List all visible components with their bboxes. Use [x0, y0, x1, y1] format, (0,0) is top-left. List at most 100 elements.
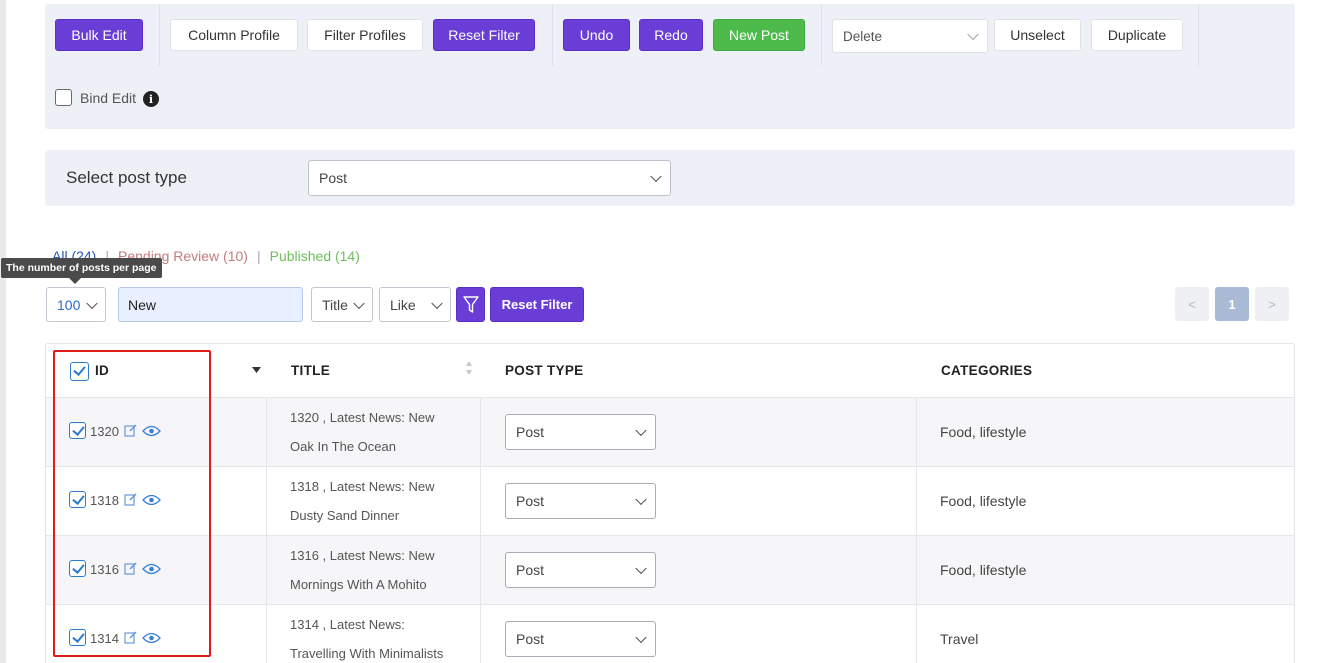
post-type-value: Post [319, 170, 348, 186]
cell-divider [916, 467, 917, 535]
row-title-line: 1320 , Latest News: New [290, 410, 435, 425]
row-post-type-value: Post [516, 424, 545, 440]
row-post-type-select[interactable]: Post [505, 414, 656, 450]
toolbar-divider [552, 4, 553, 66]
cell-divider [916, 398, 917, 466]
column-header-title[interactable]: TITLE [291, 344, 330, 397]
row-post-type-select[interactable]: Post [505, 621, 656, 657]
cell-divider [480, 467, 481, 535]
row-title-line: Travelling With Minimalists [290, 646, 444, 661]
per-page-tooltip: The number of posts per page [1, 258, 162, 284]
edit-icon[interactable] [124, 493, 137, 506]
cell-divider [266, 398, 267, 466]
row-id: 1318 [90, 493, 119, 508]
pagination-prev[interactable]: < [1175, 287, 1209, 321]
edit-icon[interactable] [124, 424, 137, 437]
filter-funnel-icon [462, 295, 479, 313]
status-separator: | [256, 248, 261, 264]
row-checkbox[interactable] [69, 491, 86, 508]
filter-field-select[interactable]: Title [311, 287, 373, 322]
view-eye-icon[interactable] [142, 563, 161, 575]
chevron-down-icon [635, 562, 647, 575]
new-post-button[interactable]: New Post [713, 19, 805, 51]
edit-icon[interactable] [124, 562, 137, 575]
duplicate-button[interactable]: Duplicate [1091, 19, 1183, 51]
bulk-edit-button[interactable]: Bulk Edit [55, 19, 143, 51]
row-title-line: Dusty Sand Dinner [290, 508, 400, 523]
per-page-select[interactable]: 100 [46, 287, 106, 322]
table-row: 1314 1314 , Latest News: Travelling With… [46, 604, 1294, 663]
table-row: 1316 1316 , Latest News: New Mornings Wi… [46, 535, 1294, 604]
reset-filter-bar-button[interactable]: Reset Filter [490, 287, 584, 322]
chevron-down-icon [635, 493, 647, 506]
view-eye-icon[interactable] [142, 425, 161, 437]
row-post-type-value: Post [516, 631, 545, 647]
post-type-panel: Select post type Post [45, 150, 1295, 206]
bind-edit-checkbox[interactable] [55, 89, 72, 106]
table-row: 1320 1320 , Latest News: New Oak In The … [46, 397, 1294, 466]
pagination-next[interactable]: > [1255, 287, 1289, 321]
toolbar-divider [821, 4, 822, 66]
undo-button[interactable]: Undo [563, 19, 630, 51]
row-id: 1316 [90, 562, 119, 577]
post-type-label: Select post type [66, 168, 187, 187]
view-eye-icon[interactable] [142, 632, 161, 644]
status-published-link[interactable]: Published (14) [270, 248, 360, 264]
bulk-action-value: Delete [843, 28, 883, 44]
column-header-categories[interactable]: CATEGORIES [941, 344, 1032, 397]
row-checkbox[interactable] [69, 560, 86, 577]
row-categories: Food, lifestyle [940, 493, 1027, 509]
toolbar-panel: Bulk Edit Column Profile Filter Profiles… [45, 4, 1295, 129]
row-id: 1320 [90, 424, 119, 439]
edit-icon[interactable] [124, 631, 137, 644]
row-categories: Travel [940, 631, 979, 647]
redo-button[interactable]: Redo [639, 19, 703, 51]
apply-filter-button[interactable] [456, 287, 485, 322]
post-type-select[interactable]: Post [308, 160, 671, 196]
row-post-type-select[interactable]: Post [505, 483, 656, 519]
chevron-down-icon [635, 631, 647, 644]
reset-filter-button[interactable]: Reset Filter [433, 19, 535, 51]
cell-divider [480, 398, 481, 466]
row-checkbox[interactable] [69, 422, 86, 439]
row-title-line: Oak In The Ocean [290, 439, 396, 454]
row-title[interactable]: 1320 , Latest News: New Oak In The Ocean [290, 403, 470, 461]
row-categories: Food, lifestyle [940, 562, 1027, 578]
bulk-action-select[interactable]: Delete [832, 19, 988, 53]
chevron-down-icon [967, 28, 979, 41]
row-id: 1314 [90, 631, 119, 646]
row-post-type-select[interactable]: Post [505, 552, 656, 588]
unselect-button[interactable]: Unselect [994, 19, 1081, 51]
column-header-id[interactable]: ID [95, 344, 109, 397]
row-categories: Food, lifestyle [940, 424, 1027, 440]
row-title[interactable]: 1316 , Latest News: New Mornings With A … [290, 541, 470, 599]
cell-divider [266, 605, 267, 663]
select-all-checkbox[interactable] [70, 362, 89, 381]
chevron-down-icon [635, 424, 647, 437]
sort-icon[interactable] [465, 360, 473, 376]
info-icon[interactable]: i [143, 91, 159, 107]
row-title-line: Mornings With A Mohito [290, 577, 427, 592]
row-title[interactable]: 1318 , Latest News: New Dusty Sand Dinne… [290, 472, 470, 530]
filter-profiles-button[interactable]: Filter Profiles [307, 19, 423, 51]
cell-divider [266, 536, 267, 604]
column-profile-button[interactable]: Column Profile [170, 19, 298, 51]
view-eye-icon[interactable] [142, 494, 161, 506]
pagination-current[interactable]: 1 [1215, 287, 1249, 321]
table-row: 1318 1318 , Latest News: New Dusty Sand … [46, 466, 1294, 535]
search-value: New [128, 296, 157, 313]
filter-field-value: Title [322, 296, 348, 313]
search-input[interactable]: New [118, 287, 303, 322]
row-title[interactable]: 1314 , Latest News: Travelling With Mini… [290, 610, 470, 663]
cell-divider [480, 605, 481, 663]
cell-divider [266, 467, 267, 535]
row-title-line: 1316 , Latest News: New [290, 548, 435, 563]
dropdown-caret-icon[interactable] [252, 367, 261, 374]
filter-operator-select[interactable]: Like [379, 287, 451, 322]
posts-table: ID TITLE POST TYPE CATEGORIES 1320 1320 … [45, 343, 1295, 663]
row-checkbox[interactable] [69, 629, 86, 646]
column-header-post-type[interactable]: POST TYPE [505, 344, 583, 397]
bind-edit-label: Bind Edit [80, 90, 137, 106]
cell-divider [916, 605, 917, 663]
filter-operator-value: Like [390, 296, 416, 313]
